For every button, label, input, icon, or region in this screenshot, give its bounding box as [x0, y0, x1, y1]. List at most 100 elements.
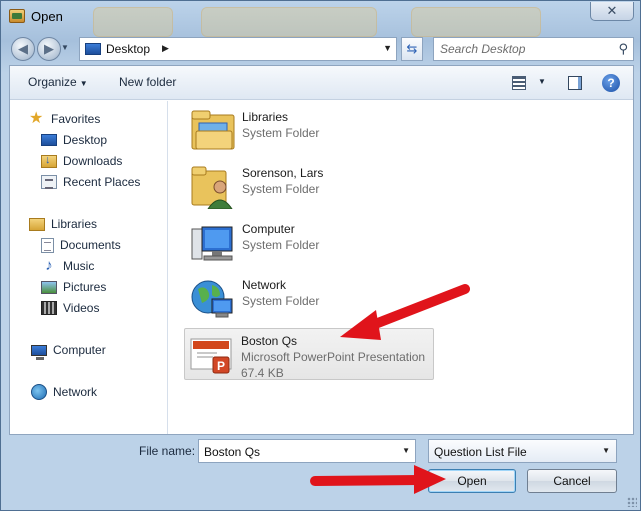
file-type: System Folder [242, 182, 320, 196]
navigation-pane: ★ Favorites Desktop Downloads Recent Pla… [10, 101, 168, 434]
file-type: System Folder [242, 126, 320, 140]
search-box[interactable]: Search Desktop ⚲ [433, 37, 634, 61]
forward-arrow-icon: ▶ [44, 41, 54, 56]
search-input[interactable]: Search Desktop [440, 42, 525, 56]
sidebar-item-recent-places[interactable]: Recent Places [41, 173, 140, 191]
file-item-computer[interactable]: Computer System Folder [186, 217, 436, 269]
open-dialog: Open ✕ ◀ ▶ ▼ Desktop ▶ ▼ ⇆ Search Deskto… [0, 0, 641, 511]
back-button[interactable]: ◀ [11, 37, 35, 61]
title-bar[interactable]: Open ✕ [1, 1, 640, 37]
background-window-glimpse [201, 7, 377, 37]
sidebar-item-label: Desktop [63, 133, 108, 147]
breadcrumb-chevron-icon[interactable]: ▶ [162, 43, 169, 54]
command-toolbar: Organize ▼ New folder ▼ ? [10, 66, 633, 100]
file-item-user-folder[interactable]: Sorenson, Lars System Folder [186, 161, 436, 213]
sidebar-item-pictures[interactable]: Pictures [41, 278, 106, 296]
chevron-down-icon[interactable]: ▼ [402, 446, 410, 455]
address-dropdown-icon[interactable]: ▼ [383, 43, 392, 53]
desktop-icon [41, 134, 57, 146]
file-item-boston-qs[interactable]: P Boston Qs Microsoft PowerPoint Present… [184, 328, 434, 380]
forward-button[interactable]: ▶ [37, 37, 61, 61]
music-icon: ♪ [45, 257, 53, 274]
background-window-glimpse [411, 7, 541, 37]
cancel-button[interactable]: Cancel [527, 469, 617, 493]
address-bar[interactable]: Desktop ▶ ▼ [79, 37, 397, 61]
file-item-network[interactable]: Network System Folder [186, 273, 436, 325]
user-folder-icon [191, 166, 233, 209]
close-icon: ✕ [606, 3, 618, 18]
view-options-dropdown[interactable]: ▼ [538, 77, 546, 86]
file-type: Microsoft PowerPoint Presentation [241, 350, 426, 364]
star-icon: ★ [29, 110, 44, 127]
new-folder-label: New folder [119, 75, 177, 89]
open-button[interactable]: Open [428, 469, 516, 493]
recent-places-icon [41, 175, 57, 189]
file-name: Boston Qs [241, 334, 298, 348]
documents-icon [41, 237, 54, 253]
videos-icon [41, 301, 57, 315]
refresh-icon: ⇆ [406, 41, 418, 56]
address-current-location[interactable]: Desktop [106, 42, 150, 56]
network-icon [191, 280, 233, 318]
sidebar-item-network[interactable]: Network [31, 383, 97, 401]
back-arrow-icon: ◀ [18, 41, 28, 56]
sidebar-item-libraries[interactable]: Libraries [29, 215, 97, 233]
sidebar-item-videos[interactable]: Videos [41, 299, 99, 317]
file-type: System Folder [242, 238, 320, 252]
chevron-down-icon: ▼ [79, 79, 88, 88]
sidebar-item-documents[interactable]: Documents [41, 236, 121, 254]
background-window-glimpse [93, 7, 173, 37]
sidebar-item-label: Libraries [51, 217, 98, 231]
pictures-icon [41, 280, 57, 294]
window-title: Open [31, 9, 63, 24]
change-view-icon[interactable] [512, 76, 526, 90]
app-icon [9, 9, 25, 23]
sidebar-item-downloads[interactable]: Downloads [41, 152, 122, 170]
sidebar-item-label: Favorites [51, 112, 101, 126]
network-icon [31, 384, 47, 400]
sidebar-item-computer[interactable]: Computer [31, 341, 106, 360]
search-icon[interactable]: ⚲ [618, 41, 628, 57]
main-panel: Organize ▼ New folder ▼ ? ★ Favorites Des… [9, 65, 634, 435]
file-name: Network [242, 278, 287, 292]
file-name-field[interactable]: Boston Qs ▼ [198, 439, 416, 463]
resize-grip[interactable] [627, 497, 637, 507]
libraries-icon [29, 217, 45, 231]
file-name-value[interactable]: Boston Qs [204, 445, 260, 459]
file-name: Computer [242, 222, 295, 236]
help-icon[interactable]: ? [602, 74, 620, 92]
navigation-bar: ◀ ▶ ▼ Desktop ▶ ▼ ⇆ Search Desktop ⚲ [9, 35, 634, 61]
file-name: Sorenson, Lars [242, 166, 324, 180]
sidebar-item-label: Computer [53, 343, 106, 357]
file-type-value: Question List File [434, 445, 527, 459]
chevron-down-icon: ▼ [602, 446, 610, 455]
downloads-folder-icon [41, 154, 57, 168]
computer-icon [191, 226, 233, 261]
close-button[interactable]: ✕ [590, 2, 634, 21]
file-name-label: File name: [139, 444, 196, 458]
file-name: Libraries [242, 110, 289, 124]
recent-pages-dropdown[interactable]: ▼ [61, 43, 71, 53]
sidebar-item-music[interactable]: ♪ Music [41, 257, 94, 275]
sidebar-item-label: Pictures [63, 280, 107, 294]
sidebar-item-favorites[interactable]: ★ Favorites [29, 110, 100, 128]
refresh-button[interactable]: ⇆ [401, 37, 423, 61]
organize-label: Organize [28, 75, 77, 89]
organize-button[interactable]: Organize ▼ [28, 75, 88, 89]
sidebar-item-desktop[interactable]: Desktop [41, 131, 107, 149]
sidebar-item-label: Videos [63, 301, 100, 315]
desktop-icon [85, 43, 101, 55]
file-item-libraries[interactable]: Libraries System Folder [186, 105, 436, 157]
file-type-select[interactable]: Question List File ▼ [428, 439, 617, 463]
preview-pane-icon[interactable] [568, 76, 582, 90]
sidebar-item-label: Recent Places [63, 175, 141, 189]
sidebar-item-label: Music [63, 259, 95, 273]
powerpoint-file-icon: P [190, 338, 232, 374]
computer-icon [31, 344, 47, 360]
file-list: Libraries System Folder Sorenson, Lars S… [170, 101, 633, 434]
file-size: 67.4 KB [241, 366, 284, 380]
sidebar-item-label: Downloads [63, 154, 123, 168]
new-folder-button[interactable]: New folder [119, 75, 176, 89]
libraries-folder-icon [191, 110, 235, 150]
file-type: System Folder [242, 294, 320, 308]
